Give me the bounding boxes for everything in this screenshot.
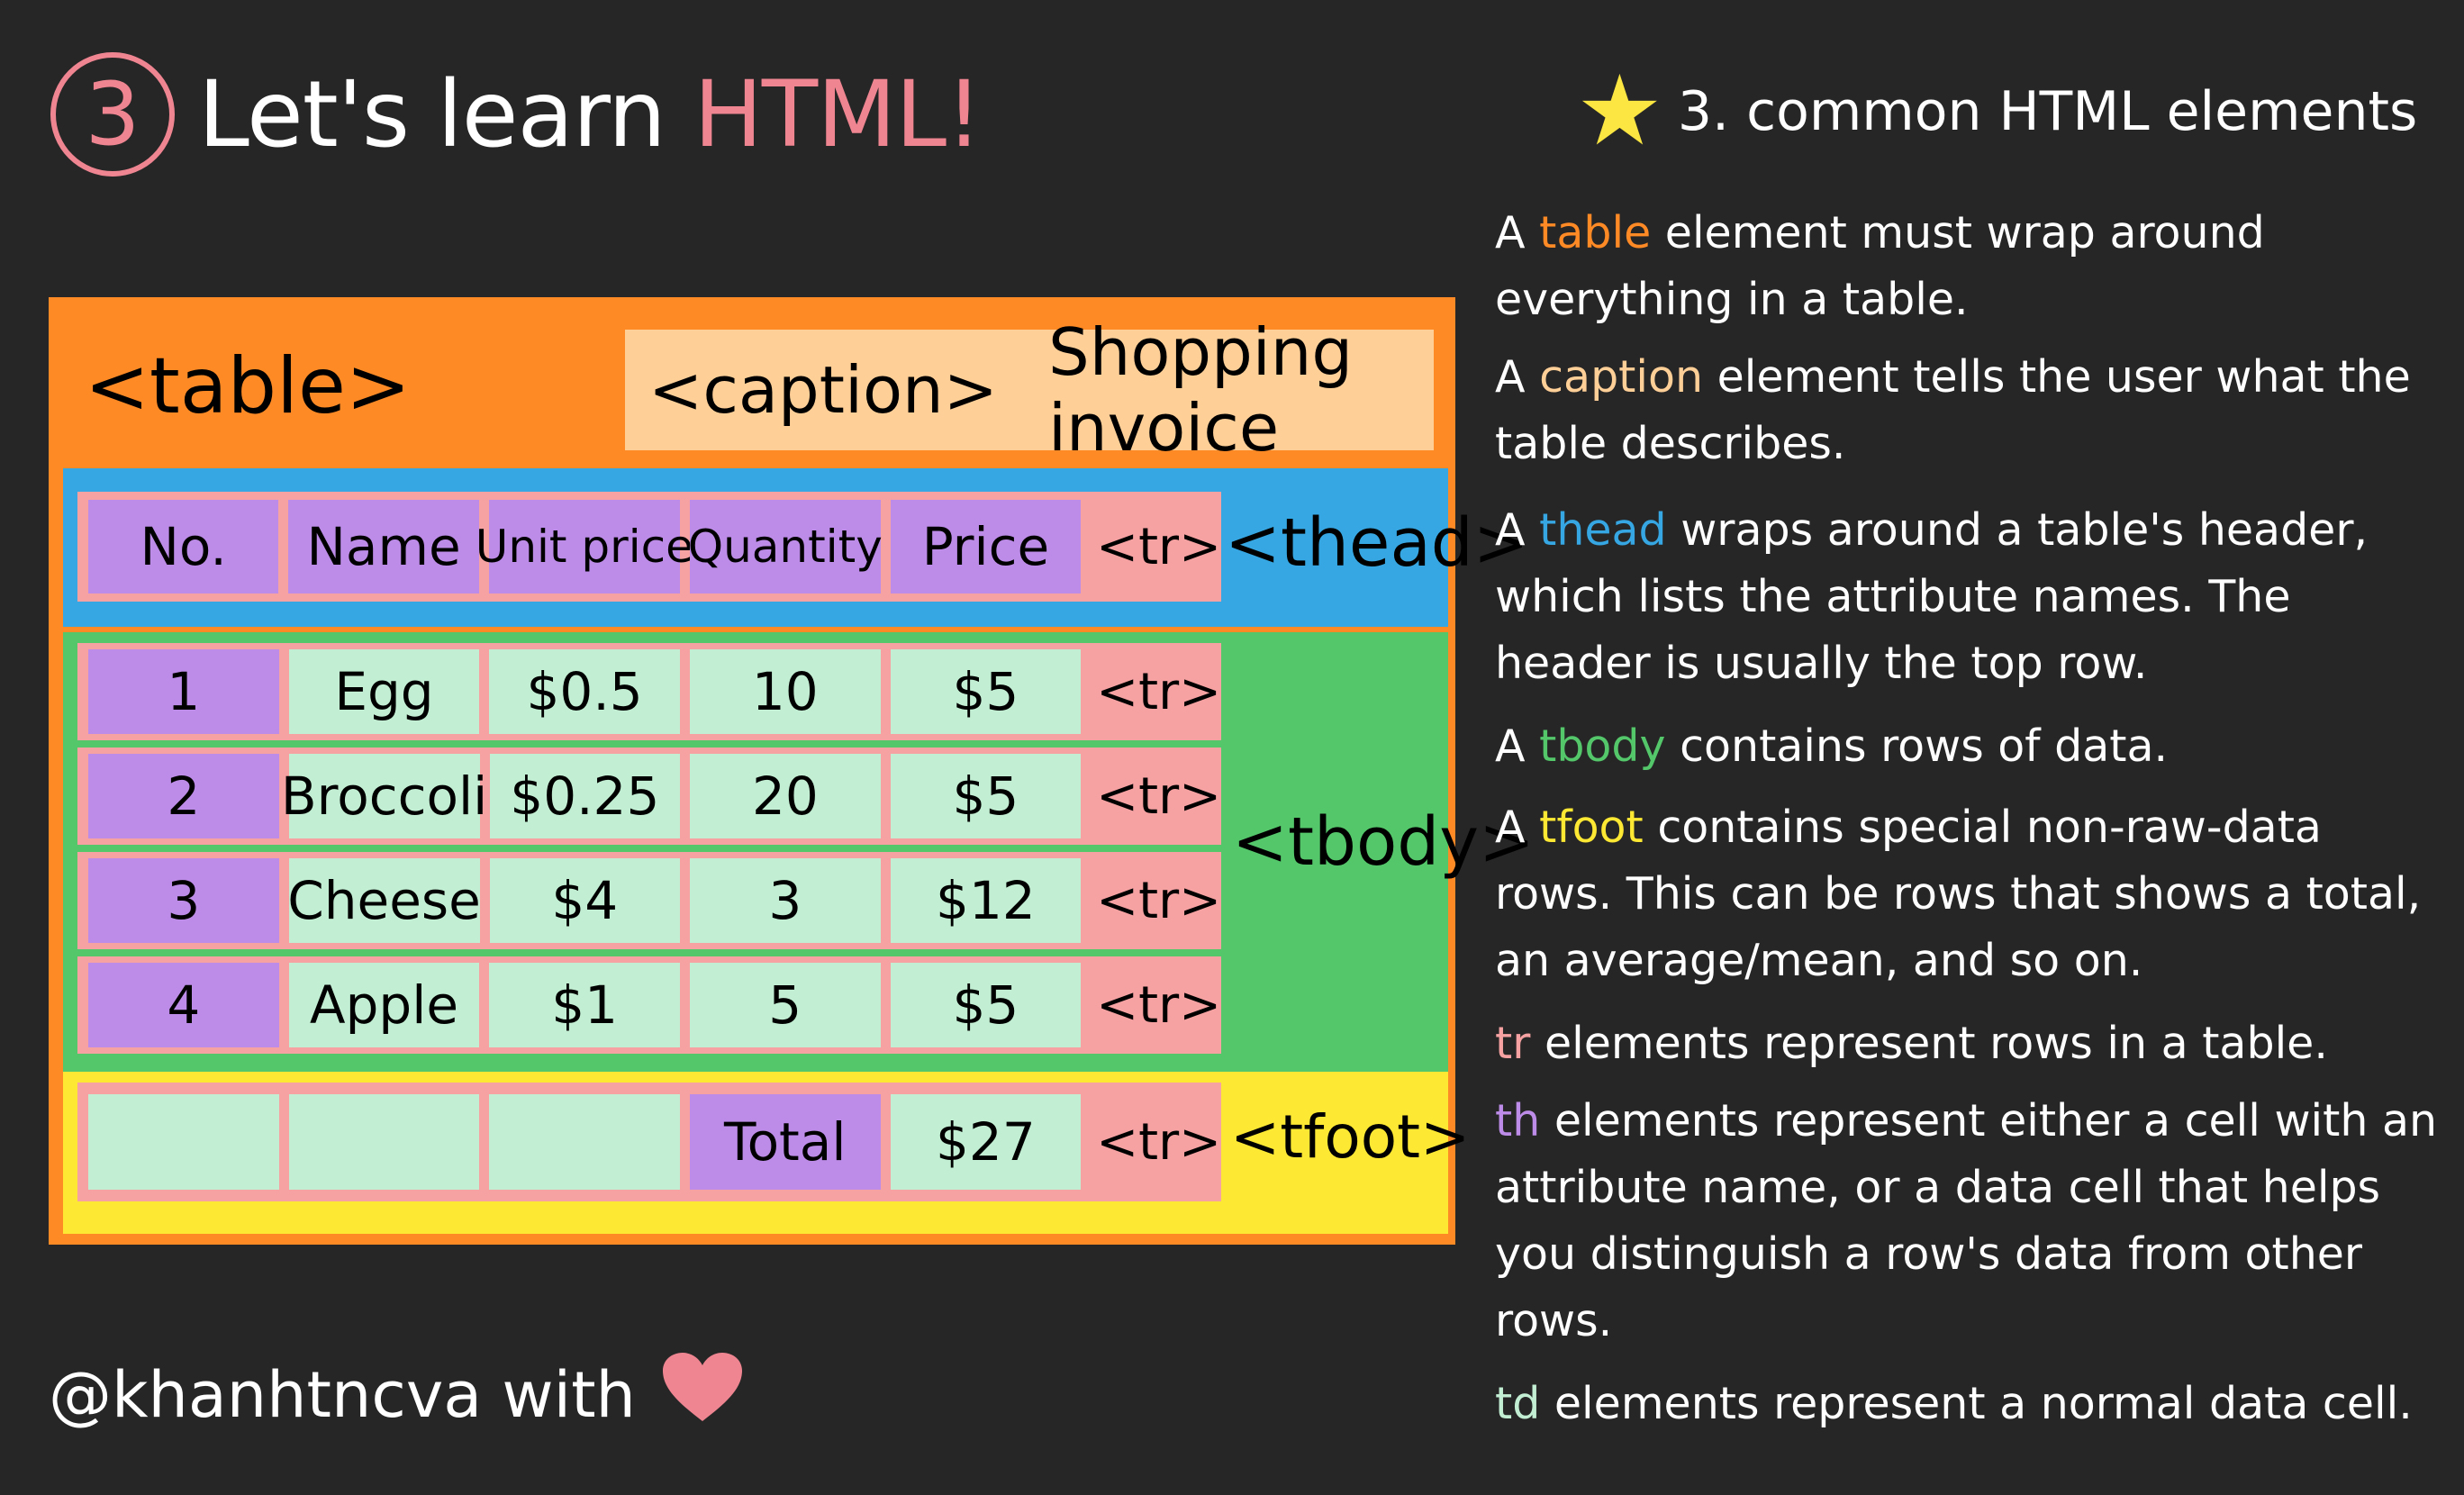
th-cell: 2 xyxy=(88,754,279,838)
td-cell: $5 xyxy=(890,963,1082,1047)
th-cell: Quantity xyxy=(688,500,883,593)
td-cell xyxy=(489,1094,680,1190)
td-cell: 5 xyxy=(689,963,881,1047)
note-text: contains rows of data. xyxy=(1680,720,2169,772)
note-keyword: thead xyxy=(1539,504,1667,556)
thead-tag-label: <thead> xyxy=(1225,504,1529,582)
tr-tag-label: <tr> xyxy=(1096,766,1222,826)
tr-tag-label: <tr> xyxy=(1096,1112,1222,1172)
note-text: A xyxy=(1495,802,1526,853)
note-thead: A thead wraps around a table's header, w… xyxy=(1495,497,2441,697)
note-td: td elements represent a normal data cell… xyxy=(1495,1371,2441,1437)
td-cell: 3 xyxy=(690,858,881,943)
tr-tag-label: <tr> xyxy=(1096,662,1222,721)
tbody-tag-label: <tbody> xyxy=(1232,803,1535,881)
heart-icon xyxy=(661,1351,744,1438)
td-cell: $5 xyxy=(890,649,1082,734)
note-text: A xyxy=(1495,207,1526,258)
table-row: 4 Apple $1 5 $5 <tr> xyxy=(77,956,1221,1054)
table-row: No. Name Unit price Quantity Price <tr> xyxy=(77,492,1221,602)
td-cell xyxy=(288,1094,480,1190)
note-keyword: tfoot xyxy=(1539,802,1644,853)
caption-text: Shopping invoice xyxy=(1047,314,1354,466)
note-keyword: tr xyxy=(1495,1018,1531,1069)
th-cell: 1 xyxy=(88,649,279,734)
td-cell: 20 xyxy=(690,754,881,838)
note-text: A xyxy=(1495,720,1526,772)
td-cell: $4 xyxy=(489,858,681,943)
caption-tag-label: <caption> xyxy=(648,352,998,428)
note-text: elements represent either a cell with an… xyxy=(1495,1095,2438,1346)
tbody-element-box: 1 Egg $0.5 10 $5 <tr> 2 Broccoli $0.25 2… xyxy=(63,632,1535,1074)
td-cell: $0.5 xyxy=(489,649,680,734)
th-cell: 4 xyxy=(88,963,279,1047)
page-header: 3 Let's learn HTML! xyxy=(50,47,983,182)
note-tr: tr elements represent rows in a table. xyxy=(1495,1010,2441,1077)
note-th: th elements represent either a cell with… xyxy=(1495,1088,2441,1355)
th-cell: Total xyxy=(689,1094,881,1190)
note-tfoot: A tfoot contains special non-raw-data ro… xyxy=(1495,794,2441,994)
td-cell: $27 xyxy=(890,1094,1082,1190)
star-icon: ★ xyxy=(1576,55,1663,168)
th-cell: Price xyxy=(890,500,1082,593)
author-handle: @khanhtncva with xyxy=(49,1357,636,1432)
tfoot-element-box: Total $27 <tr> <tfoot> xyxy=(63,1072,1470,1234)
note-text: A xyxy=(1495,504,1526,556)
note-caption: A caption element tells the user what th… xyxy=(1495,344,2441,477)
td-cell: $0.25 xyxy=(489,754,681,838)
td-cell: 10 xyxy=(689,649,881,734)
note-keyword: th xyxy=(1495,1095,1541,1146)
th-cell: 3 xyxy=(88,858,279,943)
tr-tag-label: <tr> xyxy=(1096,517,1221,576)
note-keyword: table xyxy=(1539,207,1652,258)
note-keyword: caption xyxy=(1539,351,1704,403)
note-tbody: A tbody contains rows of data. xyxy=(1495,713,2441,780)
td-cell: $12 xyxy=(890,858,1082,943)
step-number-circle: 3 xyxy=(50,52,175,177)
notes-heading-text: 3. common HTML elements xyxy=(1677,80,2418,143)
note-text: elements represent rows in a table. xyxy=(1544,1018,2328,1069)
td-cell xyxy=(88,1094,279,1190)
td-cell: Cheese xyxy=(287,858,481,943)
tr-tag-label: <tr> xyxy=(1096,975,1222,1035)
td-cell: Broccoli xyxy=(281,754,487,838)
note-keyword: td xyxy=(1495,1378,1541,1429)
td-cell: Apple xyxy=(288,963,480,1047)
tfoot-tag-label: <tfoot> xyxy=(1230,1102,1471,1172)
note-table: A table element must wrap around everyth… xyxy=(1495,200,2441,333)
td-cell: $5 xyxy=(890,754,1082,838)
note-text: elements represent a normal data cell. xyxy=(1554,1378,2413,1429)
table-tag-label: <table> xyxy=(85,341,411,431)
td-cell: $1 xyxy=(489,963,680,1047)
tr-tag-label: <tr> xyxy=(1096,871,1222,930)
th-cell: Unit price xyxy=(476,500,693,593)
table-row: 3 Cheese $4 3 $12 <tr> xyxy=(77,852,1221,949)
note-keyword: tbody xyxy=(1539,720,1666,772)
thead-element-box: No. Name Unit price Quantity Price <tr> … xyxy=(63,468,1529,627)
author-footer: @khanhtncva with xyxy=(49,1351,744,1438)
page-title: Let's learn HTML! xyxy=(198,60,983,168)
th-cell: Name xyxy=(288,500,479,593)
caption-element-box: <caption> Shopping invoice xyxy=(625,314,1434,466)
title-prefix: Let's learn xyxy=(198,60,666,168)
title-highlight: HTML! xyxy=(693,60,983,168)
note-text: A xyxy=(1495,351,1526,403)
notes-heading: ★ 3. common HTML elements xyxy=(1576,63,2417,160)
td-cell: Egg xyxy=(288,649,480,734)
table-row: Total $27 <tr> xyxy=(77,1083,1221,1201)
table-row: 1 Egg $0.5 10 $5 <tr> xyxy=(77,643,1221,740)
table-element-diagram: <table> <caption> Shopping invoice No. N… xyxy=(49,297,1535,1245)
table-row: 2 Broccoli $0.25 20 $5 <tr> xyxy=(77,748,1221,845)
th-cell: No. xyxy=(88,500,279,593)
